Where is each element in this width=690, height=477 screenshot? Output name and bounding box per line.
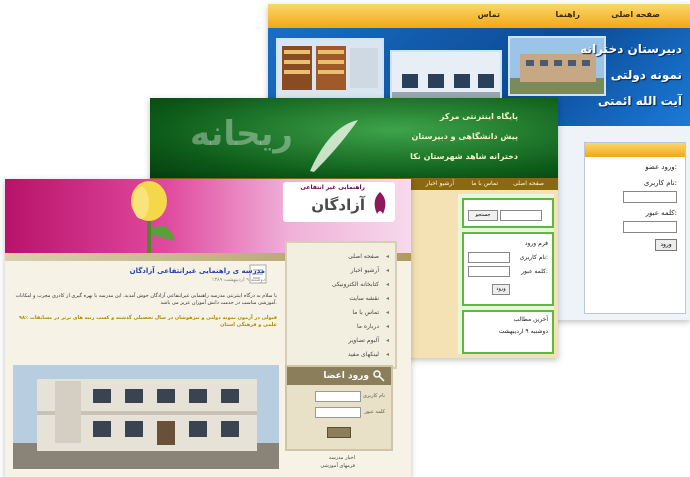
login-username-label: نام کاربری [363,393,385,399]
blue-login-button[interactable]: ورود [655,239,677,251]
menu-item-links[interactable]: لینکهای مفید [348,351,379,358]
green-news-date: دوشنبه ۹ اردیبهشت [498,328,548,335]
green-username-label: نام کاربری: [519,254,548,261]
article-paragraph: با سلام به درگاه اینترنتی مدرسه راهنمایی… [15,293,277,306]
article-highlight: ۹۸٪ قبولی در آزمون نمونه دولتی و تیزهوشا… [18,315,277,328]
login-password-input[interactable] [315,407,361,418]
menu-bullet-icon: ◂ [385,253,389,260]
menu-item-archive[interactable]: آرشیو اخبار [351,267,379,274]
green-search-input[interactable] [500,210,542,221]
login-password-label: کلمه عبور [364,409,385,415]
green-nav-contact[interactable]: تماس با ما [471,180,498,187]
logo-emblem-icon [374,192,386,214]
blue-username-input[interactable] [623,191,677,203]
menu-item-library[interactable]: کتابخانه الکترونیکی [332,281,379,288]
green-nav-archive[interactable]: آرشیو اخبار [426,180,454,187]
blue-password-label: کلمه عبور: [645,209,677,217]
school-logo: راهنمایی غیر انتفاعی آزادگان [283,182,395,222]
green-banner-line-2: پیش دانشگاهی و دبیرستان [411,132,518,141]
green-banner-line-3: دخترانه شاهد شهرستان نکا [410,152,518,161]
menu-item-gallery[interactable]: آلبوم تصاویر [348,337,379,344]
blue-banner-line-3: آیت الله ائمتی [597,94,682,108]
menu-item-home[interactable]: صفحه اصلی [348,253,379,260]
login-submit-button[interactable] [327,427,351,438]
blue-nav-home[interactable]: صفحه اصلی [611,10,660,19]
green-site-banner: ریحانه پایگاه اینترنتی مرکز پیش دانشگاهی… [150,98,558,178]
footer-link-forms[interactable]: فرمهای آموزشی [320,463,355,469]
pink-login-box: ورود اعضا نام کاربری کلمه عبور [285,365,393,451]
menu-item-about[interactable]: درباره ما [357,323,379,330]
green-username-input[interactable] [468,252,510,263]
menu-bullet-icon: ◂ [385,309,389,316]
footer-link-news[interactable]: اخبار مدرسه [329,455,355,461]
blue-banner-line-1: دبیرستان دخترانه [580,42,682,56]
blue-nav-contact[interactable]: تماس [478,10,500,19]
pink-side-menu: ◂ صفحه اصلی ◂ آرشیو اخبار ◂ کتابخانه الک… [285,241,397,369]
menu-bullet-icon: ◂ [385,351,389,358]
logo-subtitle: راهنمایی غیر انتفاعی [300,184,365,191]
quill-icon [310,120,358,172]
green-login-button[interactable]: ورود [492,284,510,295]
green-password-input[interactable] [468,266,510,277]
article-date: دوشنبه ۹ اردیبهشت ۱۳۸۹ [211,277,265,283]
library-photo [276,38,384,100]
school-building-photo [13,365,279,469]
menu-bullet-icon: ◂ [385,267,389,274]
blue-login-title: ورود عضو: [645,163,677,171]
blue-login-panel: ورود عضو: نام کاربری: کلمه عبور: ورود [584,142,686,314]
blue-password-input[interactable] [623,221,677,233]
green-search-box: جستجو [462,198,554,228]
blue-site-nav: صفحه اصلی راهنما تماس [268,4,690,28]
menu-item-sitemap[interactable]: نقشه سایت [349,295,379,302]
logo-title: آزادگان [311,196,365,214]
green-login-box: فرم ورود نام کاربری: کلمه عبور: ورود [462,232,554,306]
green-right-column: جستجو فرم ورود نام کاربری: کلمه عبور: ور… [458,194,554,354]
blue-login-header [585,143,685,157]
green-news-title: آخرین مطالب [513,316,548,323]
menu-item-contact[interactable]: تماس با ما [352,309,379,316]
green-password-label: کلمه عبور: [521,268,548,275]
menu-bullet-icon: ◂ [385,323,389,330]
green-banner-line-1: پایگاه اینترنتی مرکز [439,112,518,121]
green-nav-home[interactable]: صفحه اصلی [513,180,544,187]
green-search-button[interactable]: جستجو [468,210,498,221]
key-icon [373,370,385,382]
pink-site-screenshot: راهنمایی غیر انتفاعی آزادگان ◂ صفحه اصلی… [5,179,411,477]
green-login-title: فرم ورود [524,240,548,247]
blue-username-label: نام کاربری: [643,179,677,187]
menu-bullet-icon: ◂ [385,295,389,302]
tulip-image [131,181,175,253]
article-title[interactable]: مدرسه ی راهنمایی غیرانتفاعی آزادگان [130,267,265,275]
blue-nav-help[interactable]: راهنما [555,10,580,19]
green-news-box: آخرین مطالب دوشنبه ۹ اردیبهشت [462,310,554,354]
green-banner-word: ریحانه [190,114,293,154]
login-username-input[interactable] [315,391,361,402]
blue-banner-line-2: نمونه دولتی [610,68,682,82]
menu-bullet-icon: ◂ [385,337,389,344]
menu-bullet-icon: ◂ [385,281,389,288]
